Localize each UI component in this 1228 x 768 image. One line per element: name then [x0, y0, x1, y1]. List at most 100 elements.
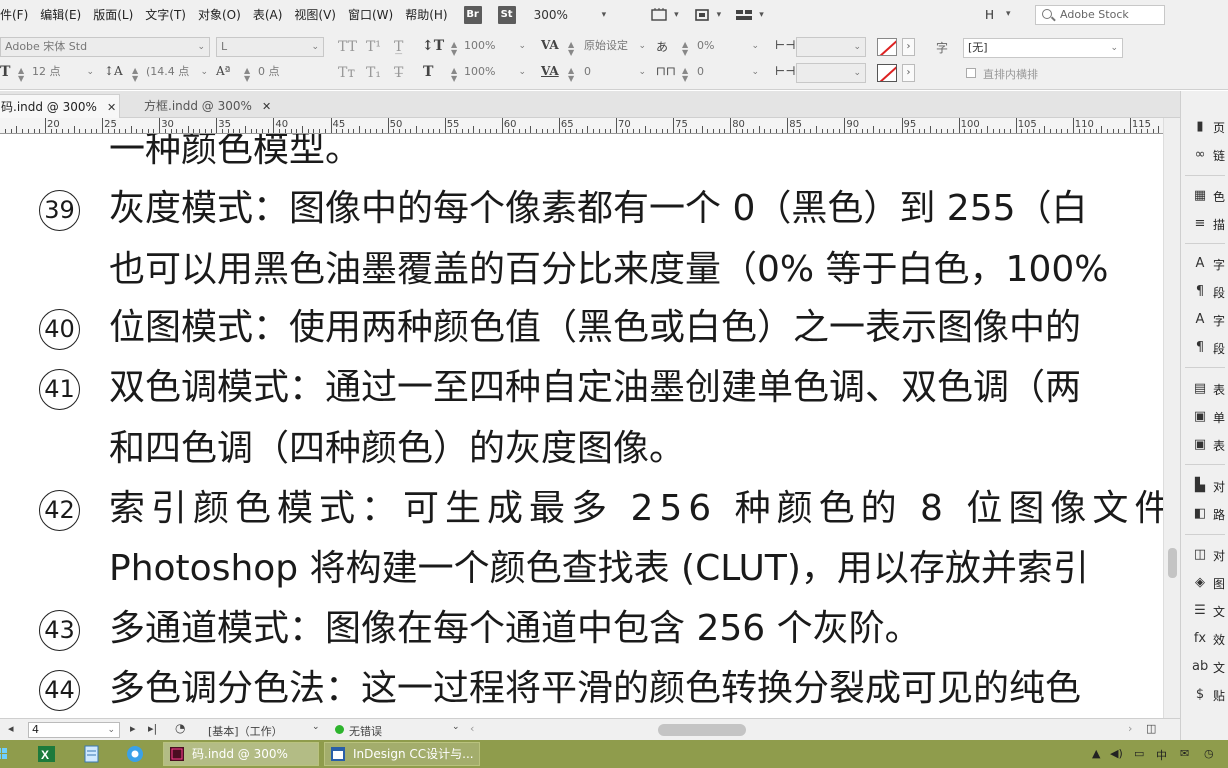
subscript-icon[interactable]: T₁: [366, 65, 381, 81]
dock-item-spelling[interactable]: ab 文: [1181, 653, 1228, 681]
workspace-switcher[interactable]: H: [985, 0, 994, 30]
vertical-scrollbar[interactable]: [1163, 118, 1180, 718]
preflight-profile[interactable]: [基本]（工作）: [208, 723, 283, 739]
screen-mode-icon[interactable]: [650, 7, 668, 23]
last-page-icon[interactable]: ▸|: [148, 722, 157, 735]
strikethrough-icon[interactable]: T̶: [394, 65, 403, 81]
tray-expand-icon[interactable]: ▲: [1092, 747, 1100, 760]
scroll-right-icon[interactable]: ›: [1128, 722, 1132, 735]
baseline-shift-stepper[interactable]: ▲ ▼: [244, 67, 250, 83]
browser-icon[interactable]: [120, 742, 150, 766]
tab-fangkuang-document[interactable]: 方框.indd @ 300% ✕: [136, 94, 276, 118]
adobe-stock-search[interactable]: Adobe Stock: [1035, 5, 1165, 25]
page-number-field[interactable]: 4 ⌄: [28, 722, 120, 738]
zoom-level[interactable]: 300%: [534, 8, 598, 22]
dock-item-character-styles[interactable]: A字: [1181, 306, 1228, 334]
arrange-dropdown-icon[interactable]: ▾: [759, 10, 764, 20]
excel-icon[interactable]: X: [32, 742, 62, 766]
leading-field[interactable]: (14.4 点 ⌄: [142, 63, 212, 83]
dock-item-pages[interactable]: ▮ 页: [1181, 113, 1228, 141]
dock-item-align[interactable]: ▙ 对: [1181, 472, 1228, 500]
text-line[interactable]: Photoshop 将构建一个颜色查找表 (CLUT)，用以存放并索引: [109, 547, 1089, 591]
fill-menu-button[interactable]: ›: [902, 38, 915, 56]
close-icon[interactable]: ✕: [262, 100, 271, 113]
dock-item-effects[interactable]: fx 效: [1181, 625, 1228, 653]
tracking-stepper[interactable]: ▲ ▼: [568, 67, 574, 83]
action-center-icon[interactable]: ✉: [1180, 747, 1189, 760]
text-line[interactable]: 双色调模式：通过一至四种自定油墨创建单色调、双色调（两: [109, 366, 1081, 410]
screen-mode-dropdown-icon[interactable]: ▾: [674, 10, 679, 20]
dock-item-links[interactable]: ∞ 链: [1181, 141, 1228, 169]
text-line[interactable]: 多色调分色法：这一过程将平滑的颜色转换分裂成可见的纯色: [109, 667, 1081, 711]
baseline-shift-field[interactable]: 0 点: [254, 63, 324, 83]
all-caps-icon[interactable]: TT: [338, 39, 357, 55]
bridge-badge[interactable]: Br: [463, 6, 482, 24]
horizontal-ruler[interactable]: 20 25 30 35 40 45 50 55 60 65 70 75 80 85 90 95 100 105 11…: [0, 118, 1163, 134]
grid-spacing-field[interactable]: 0 ⌄: [693, 63, 763, 83]
view-options-icon[interactable]: [693, 7, 711, 23]
char-style-dropdown[interactable]: [无] ⌄: [963, 38, 1123, 58]
stock-badge[interactable]: St: [497, 6, 516, 24]
taskbar-indesign-tutorial[interactable]: InDesign CC设计与...: [324, 742, 480, 766]
dock-item-object-styles[interactable]: ◫ 对: [1181, 541, 1228, 569]
font-size-stepper[interactable]: ▲ ▼: [18, 67, 24, 83]
text-line[interactable]: 一种颜色模型。: [109, 134, 361, 172]
menu-item[interactable]: 帮助(H): [399, 0, 453, 30]
dock-item-table[interactable]: ▤ 表: [1181, 375, 1228, 403]
dock-item-stroke[interactable]: ≡ 描: [1181, 210, 1228, 238]
start-icon[interactable]: [0, 748, 8, 760]
leading-stepper[interactable]: ▲ ▼: [132, 67, 138, 83]
vertical-in-horizontal-checkbox[interactable]: [966, 68, 976, 78]
dock-item-layers[interactable]: ◈ 图: [1181, 569, 1228, 597]
close-icon[interactable]: ✕: [107, 101, 116, 114]
ime-icon[interactable]: 中: [1156, 747, 1167, 763]
char-rotation-field[interactable]: ⌄: [796, 37, 866, 57]
tracking-field[interactable]: 0 ⌄: [580, 63, 650, 83]
menu-item[interactable]: 窗口(W): [342, 0, 399, 30]
next-page-icon[interactable]: ▸: [130, 722, 136, 735]
underline-icon[interactable]: T̲: [394, 39, 403, 55]
horizontal-scroll-thumb[interactable]: [658, 724, 746, 736]
tsume-stepper[interactable]: ▲ ▼: [682, 41, 688, 57]
superscript-icon[interactable]: T¹: [366, 39, 381, 55]
kerning-stepper[interactable]: ▲ ▼: [568, 41, 574, 57]
menu-item[interactable]: 件(F): [0, 0, 34, 30]
font-size-field[interactable]: 12 点 ⌄: [28, 63, 98, 83]
notepad-icon[interactable]: [76, 742, 106, 766]
menu-item[interactable]: 视图(V): [288, 0, 342, 30]
previous-page-icon[interactable]: ◂: [8, 722, 14, 735]
small-caps-icon[interactable]: Tт: [338, 65, 355, 81]
text-line[interactable]: 也可以用黑色油墨覆盖的百分比来度量（0% 等于白色，100%: [109, 248, 1108, 292]
tab-active-document[interactable]: 码.indd @ 300% ✕: [0, 94, 120, 118]
zoom-dropdown-icon[interactable]: ▾: [602, 10, 607, 20]
chevron-down-icon[interactable]: ⌄: [452, 722, 460, 732]
speaker-icon[interactable]: ◀): [1110, 747, 1123, 760]
dock-item-gradient[interactable]: $ 贴: [1181, 681, 1228, 709]
text-line[interactable]: 位图模式：使用两种颜色值（黑色或白色）之一表示图像中的: [109, 306, 1081, 350]
horizontal-scale-field[interactable]: 100% ⌄: [460, 63, 530, 83]
preflight-status[interactable]: 无错误: [349, 723, 382, 739]
menu-item[interactable]: 版面(L): [87, 0, 139, 30]
vertical-scale-field[interactable]: 100% ⌄: [460, 37, 530, 57]
text-line[interactable]: 索引颜色模式：可生成最多 256 种颜色的 8 位图像文件: [109, 487, 1163, 531]
text-line[interactable]: 多通道模式：图像在每个通道中包含 256 个灰阶。: [109, 607, 921, 651]
text-line[interactable]: 和四色调（四种颜色）的灰度图像。: [109, 427, 685, 471]
scroll-left-icon[interactable]: ‹: [470, 722, 474, 735]
dock-item-text-wrap[interactable]: ☰ 文: [1181, 597, 1228, 625]
workspace-dropdown-icon[interactable]: ▾: [1006, 9, 1011, 19]
view-options-dropdown-icon[interactable]: ▾: [717, 10, 722, 20]
horizontal-scale-stepper[interactable]: ▲ ▼: [451, 67, 457, 83]
dock-item-character[interactable]: A字: [1181, 250, 1228, 278]
skew-field[interactable]: ⌄: [796, 63, 866, 83]
stroke-menu-button[interactable]: ›: [902, 64, 915, 82]
network-icon[interactable]: ▭: [1134, 747, 1144, 760]
fill-none-swatch[interactable]: [877, 38, 897, 56]
clock-icon[interactable]: ◷: [1204, 747, 1214, 760]
document-canvas[interactable]: 一种颜色模型。 39 灰度模式：图像中的每个像素都有一个 0（黑色）到 255（白也…: [0, 134, 1163, 718]
split-window-icon[interactable]: ◫: [1146, 722, 1156, 735]
tsume-field[interactable]: 0% ⌄: [693, 37, 763, 57]
open-page-icon[interactable]: ◔: [175, 721, 185, 735]
menu-item[interactable]: 编辑(E): [34, 0, 87, 30]
dock-item-paragraph[interactable]: ¶ 段: [1181, 278, 1228, 306]
dock-item-cell-styles[interactable]: ▣ 单: [1181, 403, 1228, 431]
